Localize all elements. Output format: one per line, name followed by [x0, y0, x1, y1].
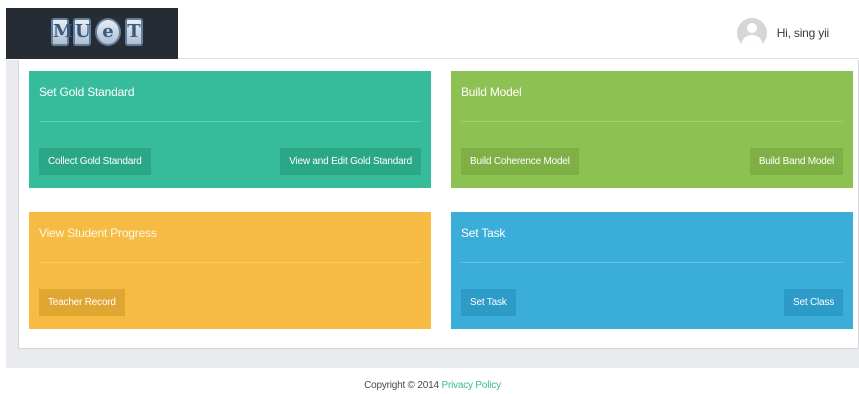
- card-title: Set Gold Standard: [39, 85, 135, 99]
- privacy-policy-link[interactable]: Privacy Policy: [441, 380, 501, 391]
- muet-logo[interactable]: M U e T: [51, 18, 143, 46]
- card-set-task: Set Task Set Task Set Class: [451, 212, 853, 329]
- card-build-model: Build Model Build Coherence Model Build …: [451, 71, 853, 188]
- card-divider: [39, 262, 421, 263]
- copyright-text: Copyright © 2014: [364, 380, 439, 391]
- dashboard-panel: Set Gold Standard Collect Gold Standard …: [18, 60, 859, 349]
- logo-letter-e: e: [95, 18, 121, 46]
- logo-letter-t: T: [125, 18, 143, 46]
- collect-gold-standard-button[interactable]: Collect Gold Standard: [39, 148, 151, 175]
- card-divider: [461, 262, 843, 263]
- card-divider: [39, 121, 421, 122]
- build-band-model-button[interactable]: Build Band Model: [749, 148, 843, 175]
- logo-letter-u: U: [73, 18, 91, 46]
- app-frame: M U e T Hi, sing yii Set Gold Standard C…: [6, 8, 859, 394]
- view-edit-gold-standard-button[interactable]: View and Edit Gold Standard: [280, 148, 421, 175]
- card-set-gold-standard: Set Gold Standard Collect Gold Standard …: [29, 71, 431, 188]
- avatar-icon[interactable]: [736, 18, 767, 48]
- logo-letter-m: M: [51, 18, 73, 46]
- build-coherence-model-button[interactable]: Build Coherence Model: [461, 148, 579, 175]
- user-greeting[interactable]: Hi, sing yii: [777, 26, 829, 40]
- logo-area[interactable]: M U e T: [6, 8, 178, 59]
- card-view-student-progress: View Student Progress Teacher Record: [29, 212, 431, 329]
- page-footer: Copyright © 2014 Privacy Policy: [6, 368, 859, 394]
- teacher-record-button[interactable]: Teacher Record: [39, 289, 125, 316]
- set-task-button[interactable]: Set Task: [461, 289, 516, 316]
- user-menu[interactable]: Hi, sing yii: [736, 18, 829, 48]
- set-class-button[interactable]: Set Class: [784, 289, 843, 316]
- card-divider: [461, 121, 843, 122]
- card-title: Set Task: [461, 226, 506, 240]
- top-header: M U e T Hi, sing yii: [6, 8, 859, 59]
- card-title: View Student Progress: [39, 226, 157, 240]
- card-title: Build Model: [461, 85, 522, 99]
